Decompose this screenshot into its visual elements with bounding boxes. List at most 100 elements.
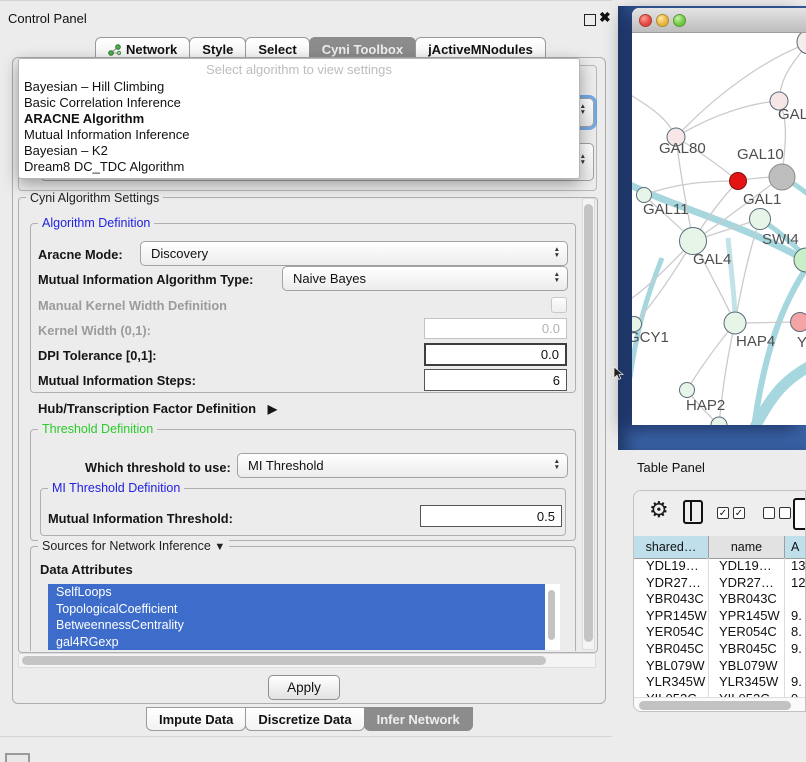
table-hscrollbar[interactable] (634, 697, 806, 712)
minimized-panel-icon[interactable] (5, 753, 30, 762)
table-rows: YDL19…YDL19…13YDR27…YDR27…12YBR043CYBR04… (634, 558, 806, 697)
attribute-item-selfloops[interactable]: SelfLoops (48, 584, 545, 601)
which-threshold-value: MI Threshold (248, 458, 324, 473)
hub-definition-text: Hub/Transcription Factor Definition (38, 401, 256, 416)
stepper-icon: ▲▼ (580, 154, 586, 165)
dropdown-prompt: Select algorithm to view settings (19, 61, 579, 79)
column-header-name[interactable]: name (709, 536, 785, 558)
tab-infer-network[interactable]: Infer Network (364, 707, 473, 731)
dropdown-item-bayesian-hill-climbing[interactable]: Bayesian – Hill Climbing (19, 79, 579, 95)
table-cell: YDL19… (634, 558, 709, 575)
settings-hscrollbar-thumb[interactable] (22, 656, 546, 665)
stepper-icon: ▲▼ (554, 459, 560, 470)
table-cell: 8. (785, 624, 806, 641)
network-node[interactable] (724, 312, 746, 334)
hub-definition-label[interactable]: Hub/Transcription Factor Definition ▶ (38, 401, 277, 416)
table-row[interactable]: YBL079WYBL079W (634, 658, 806, 675)
control-panel-title: Control Panel (8, 11, 87, 26)
data-attributes-label: Data Attributes (40, 562, 133, 577)
dropdown-item-bayesian-k2[interactable]: Bayesian – K2 (19, 143, 579, 159)
aracne-mode-label: Aracne Mode: (38, 247, 123, 262)
application-window: Control Panel ✖ NetworkStyleSelectCyni T… (0, 0, 806, 762)
table-cell: YDR27… (634, 575, 709, 592)
network-node-labels: GALGAL80GAL10GAL1GAL11SWI4GAL4GCY1HAP4YH… (632, 106, 806, 414)
node-label-hap4: HAP4 (736, 333, 775, 350)
dropdown-item-dream8-dc-tdc-algorithm[interactable]: Dream8 DC_TDC Algorithm (19, 159, 579, 175)
table-row[interactable]: YBR045CYBR045C9. (634, 641, 806, 658)
network-node[interactable] (769, 164, 795, 190)
table-header-row: shared…nameA (634, 536, 806, 559)
function-page-icon[interactable] (793, 498, 806, 530)
table-row[interactable]: YLR345WYLR345W9. (634, 674, 806, 691)
network-node[interactable] (680, 383, 695, 398)
cursor-icon (613, 367, 625, 381)
network-node[interactable] (797, 33, 806, 54)
gear-icon[interactable]: ⚙ (649, 499, 669, 521)
table-cell: YBR043C (709, 591, 785, 608)
columns-icon[interactable] (683, 500, 703, 524)
unchecked-boxes-icon[interactable] (763, 507, 775, 519)
network-node[interactable] (730, 173, 747, 190)
table-row[interactable]: YER054CYER054C8. (634, 624, 806, 641)
kernel-width-field[interactable]: 0.0 (424, 318, 567, 339)
minimize-traffic-light-icon[interactable] (656, 14, 669, 27)
table-row[interactable]: YDL19…YDL19…13 (634, 558, 806, 575)
sources-title[interactable]: Sources for Network Inference ▼ (38, 539, 229, 553)
kernel-width-label: Kernel Width (0,1): (38, 323, 151, 338)
aracne-mode-combo[interactable]: Discovery ▲▼ (140, 241, 568, 266)
dropdown-item-mutual-information-inference[interactable]: Mutual Information Inference (19, 127, 579, 143)
table-cell: YDL19… (709, 558, 785, 575)
network-node[interactable] (791, 313, 806, 332)
dpi-tolerance-field[interactable]: 0.0 (424, 343, 567, 366)
dropdown-item-aracne-algorithm[interactable]: ARACNE Algorithm (19, 111, 579, 127)
table-panel: ⚙ ✓ ✓ shared…nameA YDL19…YDL19…13YDR27…Y… (633, 490, 806, 712)
checked-boxes-icon[interactable]: ✓ (717, 507, 729, 519)
column-header-shared-[interactable]: shared… (634, 536, 709, 558)
mi-type-value: Naive Bayes (293, 271, 366, 286)
apply-button[interactable]: Apply (268, 675, 340, 700)
checked-boxes-icon[interactable]: ✓ (733, 507, 745, 519)
node-label-gcy1: GCY1 (632, 329, 669, 346)
mi-threshold-field[interactable]: 0.5 (420, 505, 562, 527)
mi-type-combo[interactable]: Naive Bayes ▲▼ (282, 266, 568, 291)
data-attributes-list[interactable]: SelfLoopsTopologicalCoefficientBetweenne… (48, 584, 560, 650)
network-icon (108, 43, 121, 56)
network-node[interactable] (750, 209, 771, 230)
zoom-traffic-light-icon[interactable] (673, 14, 686, 27)
node-label-swi4: SWI4 (762, 231, 799, 248)
unchecked-boxes-icon[interactable] (779, 507, 791, 519)
close-traffic-light-icon[interactable] (639, 14, 652, 27)
tab-discretize-data[interactable]: Discretize Data (245, 707, 364, 731)
collapse-arrow-icon[interactable]: ▼ (214, 541, 225, 553)
network-node[interactable] (711, 417, 727, 425)
node-label-gal4: GAL4 (693, 251, 731, 268)
which-threshold-combo[interactable]: MI Threshold ▲▼ (237, 453, 568, 478)
table-cell: 9. (785, 641, 806, 658)
float-icon[interactable] (584, 14, 596, 26)
table-row[interactable]: YBR043CYBR043C (634, 591, 806, 608)
settings-vscrollbar-thumb[interactable] (584, 204, 593, 642)
mi-steps-field[interactable]: 6 (424, 369, 567, 391)
dropdown-item-basic-correlation-inference[interactable]: Basic Correlation Inference (19, 95, 579, 111)
expand-arrow-icon[interactable]: ▶ (268, 402, 277, 416)
table-cell: YBR043C (634, 591, 709, 608)
table-row[interactable]: YDR27…YDR27…12 (634, 575, 806, 592)
algorithm-definition-title: Algorithm Definition (38, 216, 154, 230)
table-row[interactable]: YPR145WYPR145W9. (634, 608, 806, 625)
cyni-settings-title: Cyni Algorithm Settings (26, 191, 163, 205)
manual-kernel-checkbox[interactable] (551, 297, 567, 313)
attribute-list-scrollbar[interactable] (548, 590, 555, 640)
table-cell: YPR145W (709, 608, 785, 625)
table-hscrollbar-thumb[interactable] (639, 701, 791, 710)
network-window-titlebar[interactable] (632, 8, 806, 33)
tab-impute-data[interactable]: Impute Data (146, 707, 246, 731)
column-header-a[interactable]: A (785, 536, 806, 558)
node-label-gal11: GAL11 (643, 201, 689, 218)
attribute-item-topologicalcoefficient[interactable]: TopologicalCoefficient (48, 601, 545, 618)
close-icon[interactable]: ✖ (599, 9, 611, 26)
attribute-item-gal4rgexp[interactable]: gal4RGexp (48, 634, 545, 651)
attribute-item-betweennesscentrality[interactable]: BetweennessCentrality (48, 617, 545, 634)
mi-threshold-title: MI Threshold Definition (48, 481, 184, 495)
network-canvas[interactable]: GALGAL80GAL10GAL1GAL11SWI4GAL4GCY1HAP4YH… (632, 33, 806, 425)
stepper-icon: ▲▼ (580, 104, 586, 115)
